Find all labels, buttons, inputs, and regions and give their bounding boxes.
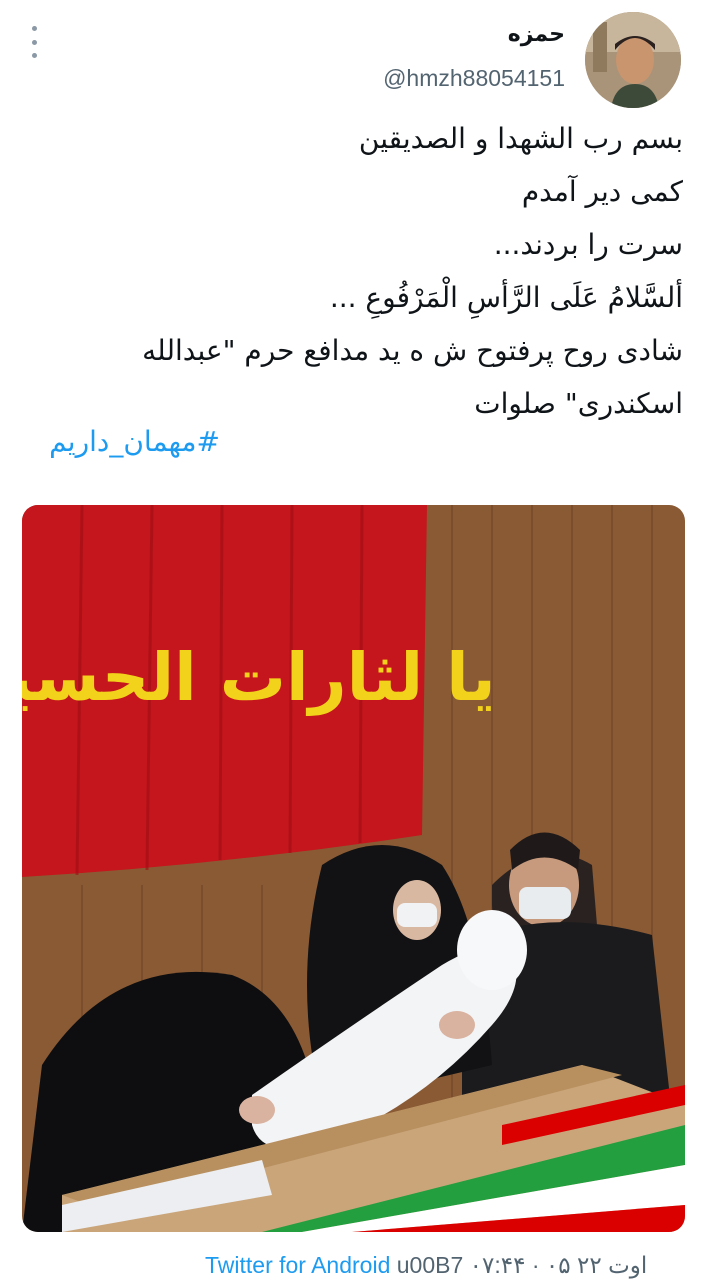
display-name[interactable]: حمزه <box>508 22 565 47</box>
tweet-line: بسم رب الشهدا و الصدیقین <box>358 122 683 155</box>
footer-separator: u00B7 <box>396 1252 464 1278</box>
tweet-text: بسم رب الشهدا و الصدیقین کمی دیر آمدم سر… <box>13 112 683 430</box>
tweet-line: اسکندری" صلوات <box>474 387 683 420</box>
tweet-line: ألسَّلامُ عَلَی الرَّأسِ الْمَرْفُوعِ ..… <box>329 281 683 314</box>
tweet-line: کمی دیر آمدم <box>521 175 683 208</box>
avatar-photo <box>585 12 681 108</box>
tweet-line: شادی روح پرفتوح ش ه ید مدافع حرم "عبدالل… <box>142 334 683 367</box>
user-handle[interactable]: @hmzh88054151 <box>383 65 565 92</box>
avatar[interactable] <box>585 12 681 108</box>
photo-scene: یا لثارات الحسین <box>22 505 685 1232</box>
tweet-timestamp[interactable]: ۰۷:۴۴ · ۰۵ اوت ۲۲ <box>470 1252 648 1278</box>
tweet-footer: Twitter for Android u00B7 ۰۷:۴۴ · ۰۵ اوت… <box>205 1252 647 1279</box>
tweet-line: سرت را بردند... <box>493 228 683 261</box>
tweet-photo[interactable]: یا لثارات الحسین <box>22 505 685 1232</box>
tweet-source-link[interactable]: Twitter for Android <box>205 1252 390 1278</box>
banner-text: یا لثارات الحسین <box>22 639 496 716</box>
more-options-icon[interactable] <box>22 26 46 58</box>
hashtag-link[interactable]: #مهمان_داریم <box>49 425 220 458</box>
